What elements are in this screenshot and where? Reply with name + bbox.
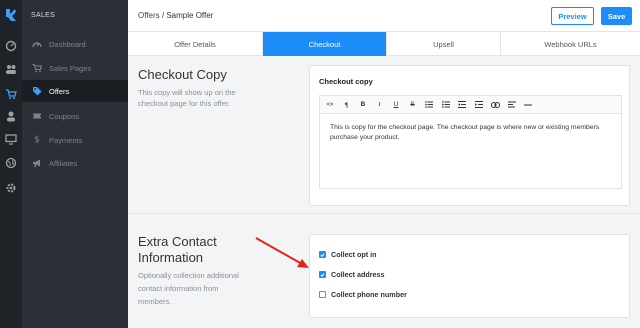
sidebar-item-offers[interactable]: Offers (22, 80, 128, 102)
monitor-rail-icon[interactable] (5, 133, 17, 145)
paragraph-icon[interactable]: ¶ (341, 99, 353, 111)
preview-button[interactable]: Preview (551, 7, 594, 25)
sidebar-item-label: Coupons (49, 111, 80, 121)
section-description-line: contact information from (138, 284, 219, 293)
checkout-copy-editor[interactable]: This is copy for the checkout page. The … (319, 113, 622, 189)
sidebar-item-coupons[interactable]: Coupons (22, 105, 128, 127)
sidebar: SALES Dashboard Sales Pages Offers Coupo… (22, 0, 128, 328)
editor-text-line: This is copy for the checkout page. The … (330, 124, 600, 131)
icon-rail (0, 0, 22, 328)
checkbox-label: Collect phone number (331, 290, 407, 299)
italic-icon[interactable]: I (374, 99, 386, 111)
indent-icon[interactable] (473, 99, 485, 111)
logo-icon[interactable] (5, 8, 17, 22)
section-title: Checkout Copy (138, 67, 227, 82)
collect-phone-number-checkbox[interactable] (319, 291, 326, 298)
tab-bar: Offer Details Checkout Upsell Webhook UR… (128, 32, 640, 56)
horizontal-rule-icon[interactable] (522, 99, 534, 111)
align-left-icon[interactable] (506, 99, 518, 111)
check-icon (320, 272, 325, 277)
sidebar-item-label: Sales Pages (49, 63, 92, 73)
link-icon[interactable] (489, 99, 501, 111)
tab-checkout[interactable]: Checkout (263, 32, 387, 56)
people-rail-icon[interactable] (5, 63, 17, 75)
numbered-list-icon[interactable] (440, 99, 452, 111)
dashboard-rail-icon[interactable] (5, 40, 17, 52)
globe-rail-icon[interactable] (5, 157, 17, 169)
dollar-icon: $ (34, 135, 40, 145)
section-description-line: checkout page for this offer. (138, 99, 231, 108)
collect-address-option[interactable]: Collect address (319, 270, 385, 279)
section-title-line: Information (138, 250, 204, 265)
sidebar-item-label: Dashboard (49, 39, 86, 49)
breadcrumb-separator: / (161, 11, 165, 20)
checkout-copy-section: Checkout Copy This copy will show up on … (128, 56, 640, 214)
person-rail-icon[interactable] (5, 110, 17, 122)
collect-phone-number-option[interactable]: Collect phone number (319, 290, 407, 299)
breadcrumb-current: Sample Offer (166, 11, 214, 20)
extra-contact-card: Collect opt in Collect address Collect p… (309, 234, 630, 318)
tab-webhook-urls[interactable]: Webhook URLs (501, 32, 640, 56)
sidebar-item-payments[interactable]: $ Payments (22, 129, 128, 151)
bold-icon[interactable]: B (357, 99, 369, 111)
editor-text-line: purchase your product. (330, 134, 400, 141)
dashboard-icon (32, 39, 42, 49)
extra-contact-section: Extra Contact Information Optionally col… (128, 214, 640, 328)
check-icon (320, 252, 325, 257)
editor-toolbar: <> ¶ B I U S (319, 95, 622, 113)
section-title-line: Extra Contact (138, 234, 217, 249)
sidebar-section-label: SALES (31, 12, 56, 19)
strikethrough-icon[interactable]: S (407, 99, 419, 111)
settings-rail-icon[interactable] (5, 182, 17, 194)
section-description-line: members. (138, 297, 172, 306)
bulleted-list-icon[interactable] (423, 99, 435, 111)
tab-upsell[interactable]: Upsell (387, 32, 501, 56)
top-header: Offers / Sample Offer Preview Save (128, 0, 640, 32)
tag-icon (32, 86, 42, 96)
save-button[interactable]: Save (601, 7, 632, 25)
breadcrumb: Offers / Sample Offer (138, 11, 213, 20)
outdent-icon[interactable] (456, 99, 468, 111)
tab-offer-details[interactable]: Offer Details (128, 32, 263, 56)
checkbox-label: Collect address (331, 270, 385, 279)
sidebar-item-affiliates[interactable]: Affiliates (22, 152, 128, 174)
card-title: Checkout copy (319, 77, 373, 86)
underline-icon[interactable]: U (390, 99, 402, 111)
code-view-icon[interactable]: <> (324, 99, 336, 111)
collect-opt-in-option[interactable]: Collect opt in (319, 250, 377, 259)
sidebar-item-label: Payments (49, 135, 83, 145)
ticket-icon (32, 111, 42, 121)
collect-address-checkbox[interactable] (319, 271, 326, 278)
checkbox-label: Collect opt in (331, 250, 377, 259)
megaphone-icon (32, 158, 42, 168)
collect-opt-in-checkbox[interactable] (319, 251, 326, 258)
cart-icon (32, 63, 42, 73)
sidebar-item-label: Affiliates (49, 158, 78, 168)
section-description-line: This copy will show up on the (138, 88, 236, 97)
checkout-copy-card: Checkout copy <> ¶ B I U S This is copy … (309, 65, 630, 206)
sidebar-item-label: Offers (49, 86, 70, 96)
breadcrumb-parent-link[interactable]: Offers (138, 11, 160, 20)
sidebar-item-sales-pages[interactable]: Sales Pages (22, 57, 128, 79)
cart-rail-icon[interactable] (5, 88, 17, 100)
section-description-line: Optionally collection additional (138, 271, 239, 280)
sidebar-item-dashboard[interactable]: Dashboard (22, 33, 128, 55)
